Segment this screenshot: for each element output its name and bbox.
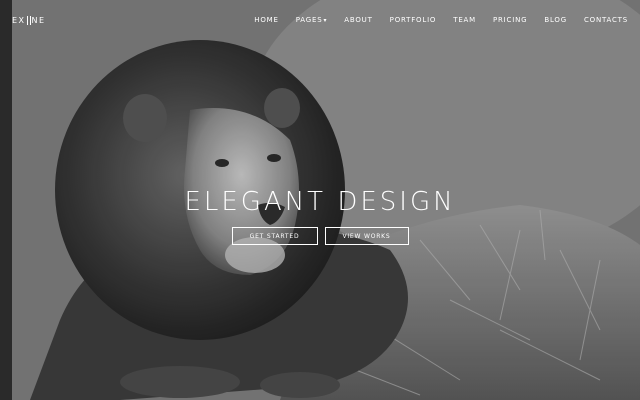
logo-text-right: NE [31, 15, 46, 25]
nav-item-pricing[interactable]: PRICING [493, 16, 527, 24]
nav-item-team[interactable]: TEAM [453, 16, 476, 24]
chevron-down-icon: ▾ [323, 17, 328, 24]
nav-item-portfolio[interactable]: PORTFOLIO [390, 16, 437, 24]
logo-divider [26, 15, 28, 25]
brand-logo[interactable]: EX NE [12, 15, 46, 25]
nav-item-about[interactable]: ABOUT [344, 16, 372, 24]
nav-menu: HOME PAGES▾ ABOUT PORTFOLIO TEAM PRICING… [237, 16, 628, 24]
nav-item-home[interactable]: HOME [254, 16, 278, 24]
nav-item-pages[interactable]: PAGES▾ [296, 16, 328, 24]
nav-item-contacts[interactable]: CONTACTS [584, 16, 628, 24]
nav-item-blog[interactable]: BLOG [544, 16, 567, 24]
nav-item-pages-label: PAGES [295, 16, 323, 24]
top-navbar: EX NE HOME PAGES▾ ABOUT PORTFOLIO TEAM P… [0, 0, 640, 40]
view-works-button[interactable]: VIEW WORKS [324, 227, 409, 245]
hero-title: ELEGANT DESIGN [184, 187, 456, 218]
logo-text-left: EX [12, 15, 26, 25]
get-started-button[interactable]: GET STARTED [231, 227, 318, 245]
hero-actions: GET STARTED VIEW WORKS [0, 227, 640, 245]
logo-divider [29, 15, 31, 25]
